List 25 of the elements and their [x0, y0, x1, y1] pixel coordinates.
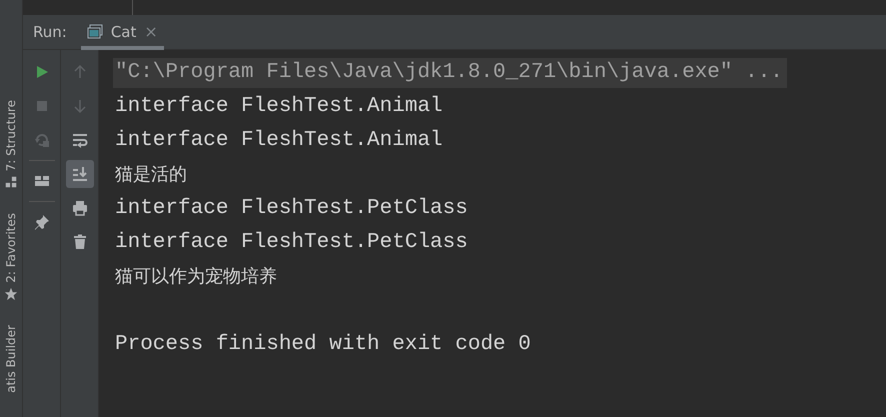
- console-line: interface FleshTest.Animal: [115, 128, 443, 154]
- console-line: Process finished with exit code 0: [115, 332, 531, 358]
- pin-icon: [34, 214, 50, 230]
- scroll-to-end-icon: [72, 166, 88, 182]
- scroll-to-end-button[interactable]: [66, 160, 94, 188]
- side-tab[interactable]: 7: Structure: [2, 100, 20, 190]
- layout-icon: [34, 173, 50, 189]
- trash-icon: [72, 234, 88, 250]
- up-arrow-icon: [72, 64, 88, 80]
- panel-label: Run:: [33, 22, 67, 43]
- close-icon[interactable]: ×: [144, 20, 158, 44]
- down-arrow-icon: [72, 98, 88, 114]
- console-line: 猫是活的: [115, 163, 187, 187]
- rerun-icon: [34, 132, 50, 148]
- console-line: 猫可以作为宠物培养: [115, 265, 277, 289]
- wrap-icon: [72, 132, 88, 148]
- printer-icon: [72, 200, 88, 216]
- console-icon: [86, 24, 103, 40]
- console-line: interface FleshTest.PetClass: [115, 196, 468, 222]
- console-line: interface FleshTest.PetClass: [115, 230, 468, 256]
- side-tab[interactable]: 2: Favorites: [2, 213, 20, 302]
- structure-icon: [4, 175, 18, 190]
- star-icon: [4, 287, 18, 302]
- console-line: interface FleshTest.Animal: [115, 94, 443, 120]
- side-tab[interactable]: atis Builder: [2, 325, 20, 393]
